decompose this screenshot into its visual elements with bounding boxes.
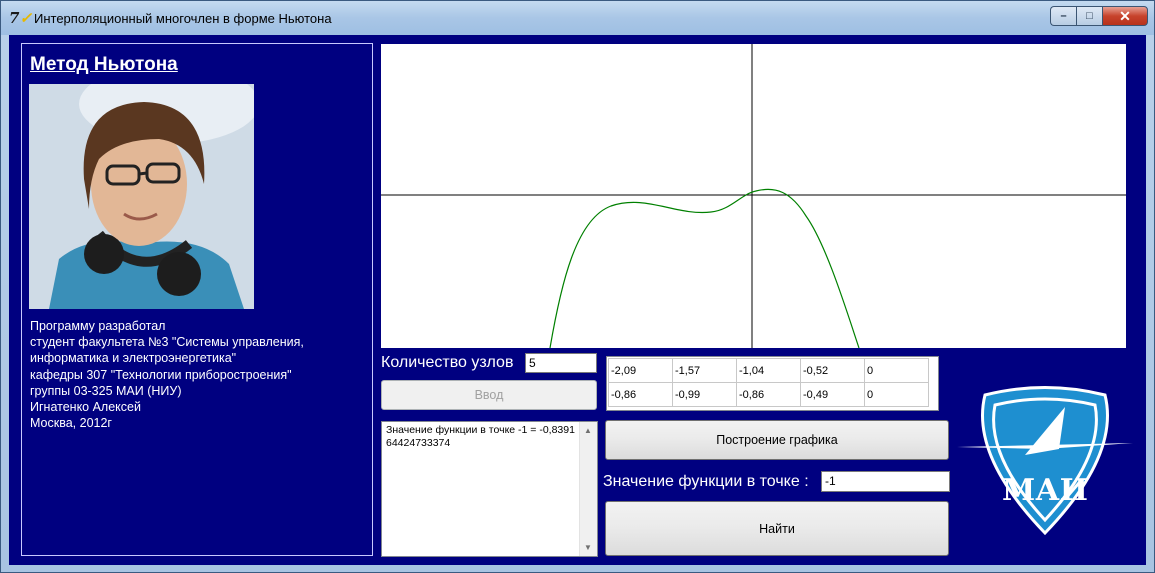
- scroll-up-icon[interactable]: ▲: [584, 426, 592, 435]
- info-line: Игнатенко Алексей: [30, 400, 141, 415]
- nodes-count-input[interactable]: 5: [525, 353, 597, 373]
- maximize-button[interactable]: □: [1076, 6, 1102, 26]
- window-title: Интерполяционный многочлен в форме Ньюто…: [34, 11, 332, 26]
- table-cell[interactable]: 0: [864, 382, 929, 407]
- table-row: -2,09 -1,57 -1,04 -0,52 0: [608, 358, 929, 383]
- nodes-count-label: Количество узлов: [381, 354, 514, 371]
- table-cell[interactable]: -0,49: [800, 382, 865, 407]
- logo-text: МАИ: [1002, 473, 1088, 508]
- table-cell[interactable]: -1,57: [672, 358, 737, 383]
- enter-button[interactable]: Ввод: [381, 380, 597, 410]
- author-info-panel: Метод Ньютона Программу разработал студе…: [21, 43, 373, 556]
- table-cell[interactable]: -0,86: [736, 382, 801, 407]
- app-icon: 7✓: [9, 9, 33, 27]
- plot-graph-button[interactable]: Построение графика: [605, 420, 949, 460]
- close-button[interactable]: ✕: [1102, 6, 1148, 26]
- table-cell[interactable]: -0,86: [608, 382, 673, 407]
- graph-canvas: [381, 44, 1126, 349]
- nodes-table[interactable]: -2,09 -1,57 -1,04 -0,52 0 -0,86 -0,99 -0…: [606, 356, 939, 411]
- mai-logo: МАИ: [955, 385, 1135, 536]
- result-text: Значение функции в точке -1 = -0,8391644…: [386, 424, 575, 449]
- table-cell[interactable]: -1,04: [736, 358, 801, 383]
- close-icon: ✕: [1119, 7, 1131, 24]
- title-bar[interactable]: 7✓ Интерполяционный многочлен в форме Нь…: [1, 1, 1154, 35]
- minimize-icon: –: [1060, 10, 1067, 22]
- table-row: -0,86 -0,99 -0,86 -0,49 0: [608, 382, 929, 407]
- maximize-icon: □: [1086, 10, 1093, 22]
- info-line: информатика и электроэнергетика": [30, 351, 237, 366]
- info-line: Программу разработал: [30, 319, 166, 333]
- point-value-label: Значение функции в точке :: [603, 473, 809, 490]
- result-memo[interactable]: Значение функции в точке -1 = -0,8391644…: [381, 421, 598, 557]
- table-cell[interactable]: -2,09: [608, 358, 673, 383]
- find-button[interactable]: Найти: [605, 501, 949, 556]
- author-info-text: Программу разработал студент факультета …: [30, 318, 370, 431]
- method-heading: Метод Ньютона: [30, 54, 178, 75]
- point-input[interactable]: -1: [821, 471, 950, 492]
- table-cell[interactable]: -0,52: [800, 358, 865, 383]
- info-line: студент факультета №3 "Системы управлени…: [30, 335, 304, 350]
- app-window: 7✓ Интерполяционный многочлен в форме Нь…: [0, 0, 1155, 573]
- client-area: Метод Ньютона Программу разработал студе…: [9, 35, 1146, 565]
- memo-scrollbar[interactable]: ▲ ▼: [579, 422, 597, 556]
- table-cell[interactable]: 0: [864, 358, 929, 383]
- scroll-down-icon[interactable]: ▼: [584, 543, 592, 552]
- info-line: кафедры 307 "Технологии приборостроения": [30, 367, 292, 382]
- info-line: группы 03-325 МАИ (НИУ): [30, 383, 182, 398]
- author-photo: [29, 84, 254, 309]
- minimize-button[interactable]: –: [1050, 6, 1076, 26]
- table-cell[interactable]: -0,99: [672, 382, 737, 407]
- info-line: Москва, 2012г: [30, 416, 112, 431]
- polynomial-curve: [549, 188, 860, 349]
